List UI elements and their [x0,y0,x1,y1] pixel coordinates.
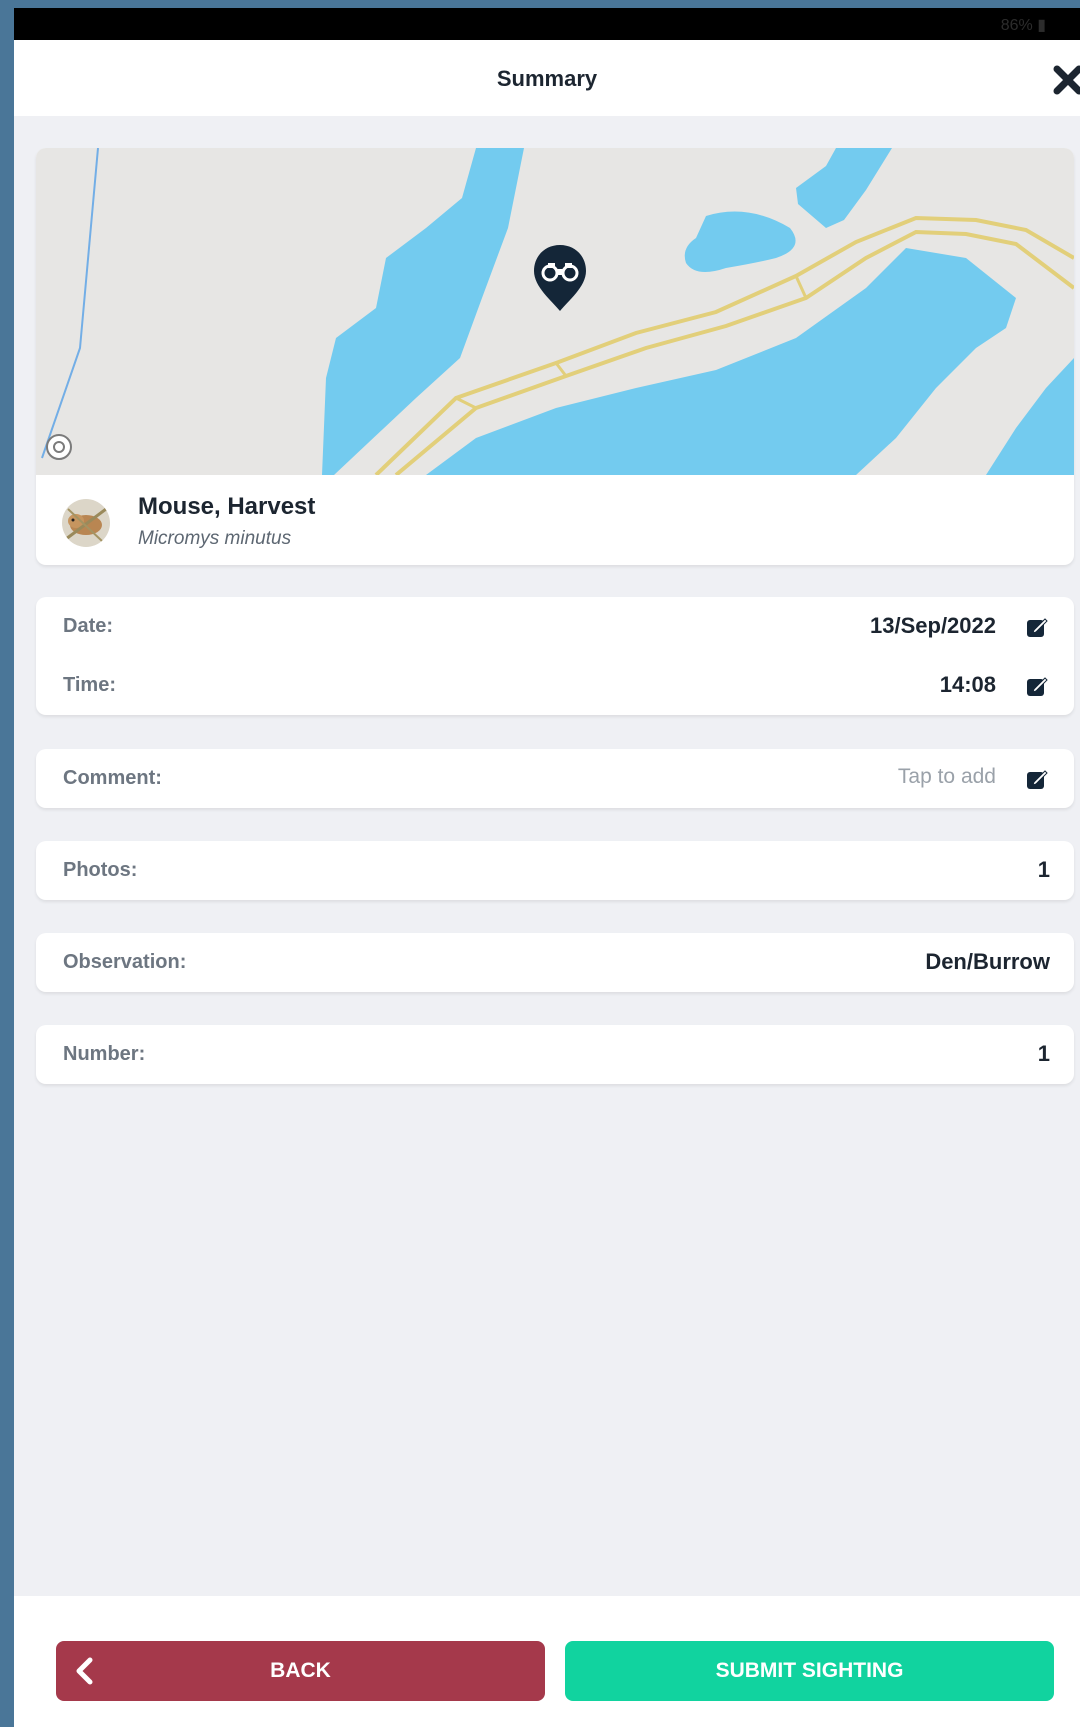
photos-label: Photos: [63,859,138,881]
status-bar: 86% ▮ [14,8,1080,40]
time-row[interactable]: Time: 14:08 [36,656,1074,715]
page-title: Summary [496,66,598,91]
submit-label: SUBMIT SIGHTING [715,1659,904,1682]
close-button[interactable] [1052,64,1080,96]
datetime-card: Date: 13/Sep/2022 Time: 14:08 [36,597,1074,715]
date-value: 13/Sep/2022 [870,613,996,638]
species-common-name: Mouse, Harvest [138,493,316,520]
location-map[interactable] [36,148,1074,477]
time-label: Time: [63,674,116,696]
footer: BACK SUBMIT SIGHTING [14,1596,1080,1727]
photos-card[interactable]: Photos: 1 [36,841,1074,900]
back-label: BACK [270,1659,331,1682]
edit-icon[interactable] [1026,768,1048,790]
comment-card[interactable]: Comment: Tap to add [36,749,1074,808]
date-row[interactable]: Date: 13/Sep/2022 [36,597,1074,656]
number-card[interactable]: Number: 1 [36,1025,1074,1084]
header: Summary [14,40,1080,116]
number-row[interactable]: Number: 1 [36,1025,1074,1084]
observation-label: Observation: [63,951,187,973]
edit-icon[interactable] [1026,616,1048,638]
app-screen: 86% ▮ Summary Mouse, Harvest Micromys mi… [14,8,1080,1727]
binoculars-icon[interactable] [532,243,588,313]
observation-card[interactable]: Observation: Den/Burrow [36,933,1074,992]
close-icon [1053,65,1080,95]
battery-status: 86% ▮ [1000,17,1046,34]
number-value: 1 [1037,1041,1050,1066]
observation-value: Den/Burrow [925,949,1050,974]
number-label: Number: [63,1043,146,1065]
submit-sighting-button[interactable]: SUBMIT SIGHTING [565,1641,1054,1701]
date-label: Date: [63,615,114,637]
comment-label: Comment: [63,767,162,789]
harvest-mouse-photo [62,499,110,547]
photos-count: 1 [1037,857,1050,882]
chevron-left-icon [76,1657,93,1685]
edit-icon[interactable] [1026,675,1048,697]
photos-row[interactable]: Photos: 1 [36,841,1074,900]
comment-placeholder: Tap to add [897,765,996,788]
locate-icon[interactable] [44,432,74,462]
time-value: 14:08 [939,672,996,697]
back-button[interactable]: BACK [56,1641,545,1701]
species-row: Mouse, Harvest Micromys minutus [36,475,1074,565]
observation-row[interactable]: Observation: Den/Burrow [36,933,1074,992]
species-card: Mouse, Harvest Micromys minutus [36,148,1074,565]
species-latin-name: Micromys minutus [138,528,292,549]
comment-row[interactable]: Comment: Tap to add [36,749,1074,808]
